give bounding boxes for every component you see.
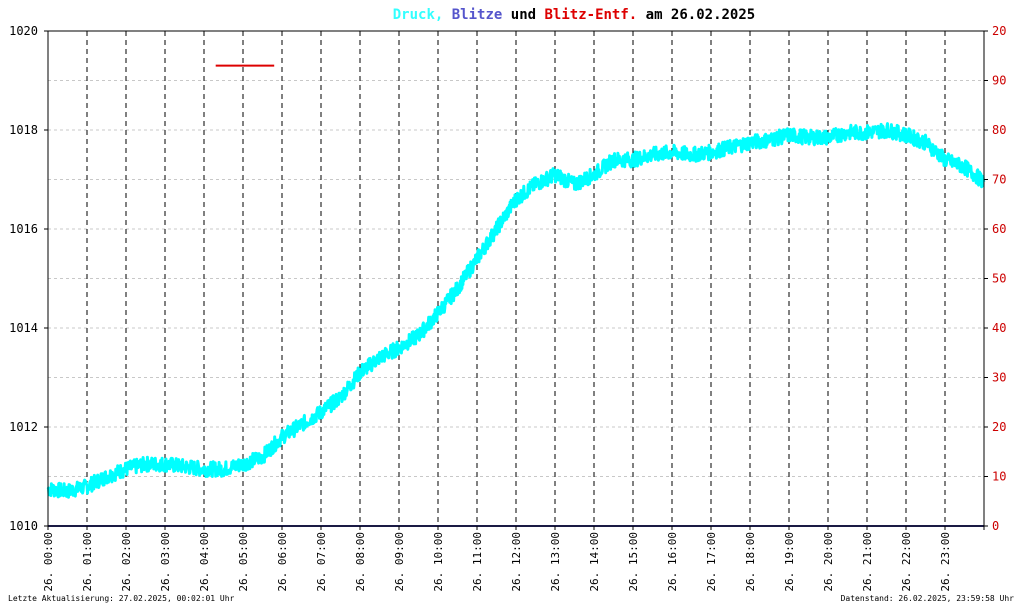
y-right-tick-label: 30 [992, 371, 1006, 385]
y-right-tick-label: 10 [992, 470, 1006, 484]
y-right-tick-label: 50 [992, 272, 1006, 286]
pressure-chart: Druck, Blitze und Blitz-Entf. am 26.02.2… [9, 7, 1006, 592]
footer-data-status: Datenstand: 26.02.2025, 23:59:58 Uhr [840, 594, 1014, 603]
y-left-tick-label: 1020 [9, 24, 38, 38]
x-tick-label: 26. 22:00 [900, 532, 913, 592]
tick-labels: 1010101210141016101810200102030405060708… [9, 24, 1006, 592]
y-right-tick-label: 20 [992, 24, 1006, 38]
x-tick-label: 26. 15:00 [627, 532, 640, 592]
x-tick-label: 26. 21:00 [861, 532, 874, 592]
x-tick-label: 26. 20:00 [822, 532, 835, 592]
chart-title: Druck, Blitze und Blitz-Entf. am 26.02.2… [393, 7, 755, 23]
title-part: am 26.02.2025 [637, 7, 755, 23]
footer-last-update: Letzte Aktualisierung: 27.02.2025, 00:02… [8, 594, 235, 603]
x-tick-label: 26. 13:00 [549, 532, 562, 592]
title-part: Blitze [443, 7, 502, 23]
x-tick-label: 26. 23:00 [939, 532, 952, 592]
x-tick-label: 26. 11:00 [471, 532, 484, 592]
x-tick-label: 26. 16:00 [666, 532, 679, 592]
x-tick-label: 26. 04:00 [198, 532, 211, 592]
title-part: Druck, [393, 7, 444, 23]
y-left-tick-label: 1016 [9, 222, 38, 236]
x-tick-label: 26. 01:00 [81, 532, 94, 592]
x-tick-label: 26. 08:00 [354, 532, 367, 592]
x-tick-label: 26. 18:00 [744, 532, 757, 592]
y-right-tick-label: 80 [992, 123, 1006, 137]
grid [48, 31, 984, 526]
x-tick-label: 26. 09:00 [393, 532, 406, 592]
y-left-tick-label: 1014 [9, 321, 38, 335]
x-tick-label: 26. 07:00 [315, 532, 328, 592]
x-tick-label: 26. 03:00 [159, 532, 172, 592]
title-part: Blitz-Entf. [536, 7, 637, 23]
y-right-tick-label: 60 [992, 222, 1006, 236]
x-tick-label: 26. 19:00 [783, 532, 796, 592]
x-tick-label: 26. 17:00 [705, 532, 718, 592]
y-left-tick-label: 1010 [9, 519, 38, 533]
x-tick-label: 26. 05:00 [237, 532, 250, 592]
y-left-tick-label: 1012 [9, 420, 38, 434]
y-right-tick-label: 20 [992, 420, 1006, 434]
x-tick-label: 26. 14:00 [588, 532, 601, 592]
x-tick-label: 26. 12:00 [510, 532, 523, 592]
y-left-tick-label: 1018 [9, 123, 38, 137]
y-right-tick-label: 40 [992, 321, 1006, 335]
x-tick-label: 26. 06:00 [276, 532, 289, 592]
x-tick-label: 26. 02:00 [120, 532, 133, 592]
y-right-tick-label: 0 [992, 519, 999, 533]
x-tick-label: 26. 10:00 [432, 532, 445, 592]
x-tick-label: 26. 00:00 [42, 532, 55, 592]
title-part: und [502, 7, 536, 23]
y-right-tick-label: 90 [992, 74, 1006, 88]
y-right-tick-label: 70 [992, 173, 1006, 187]
